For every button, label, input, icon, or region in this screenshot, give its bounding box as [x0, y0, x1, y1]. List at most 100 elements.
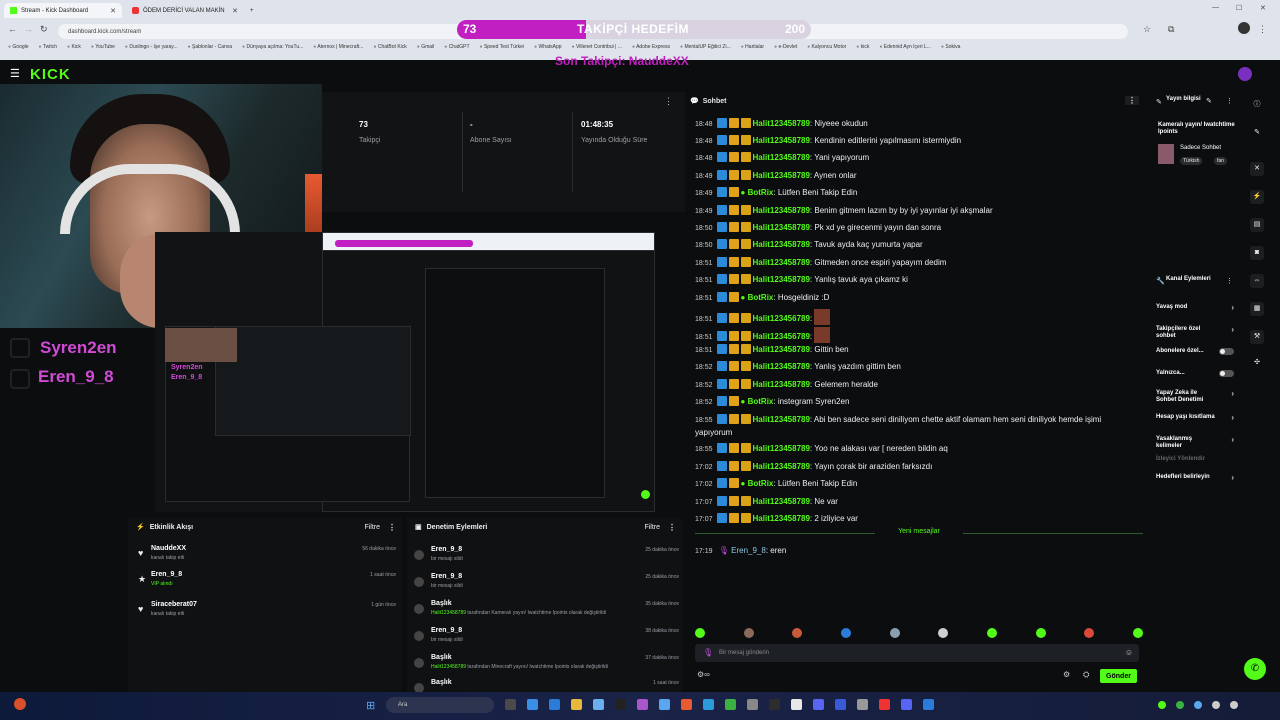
- minimize-window-icon[interactable]: —: [1212, 4, 1219, 11]
- tag-chip[interactable]: fan: [1214, 157, 1227, 165]
- taskbar-app-icon[interactable]: [725, 699, 736, 710]
- activity-filter-button[interactable]: Filtre: [364, 524, 380, 531]
- bookmark-item[interactable]: kick: [856, 44, 870, 56]
- tray-icon[interactable]: [1212, 701, 1220, 709]
- chat-menu-icon[interactable]: ⋮: [1125, 96, 1139, 105]
- taskbar-app-icon[interactable]: [923, 699, 934, 710]
- quick-emote-icon[interactable]: [840, 628, 851, 638]
- forward-icon[interactable]: →: [24, 24, 33, 34]
- layout-icon[interactable]: ▦: [1250, 302, 1264, 316]
- taskbar-app-icon[interactable]: [659, 699, 670, 710]
- bookmark-item[interactable]: Kalyoncu Motor: [807, 44, 847, 56]
- tray-icon[interactable]: [1230, 701, 1238, 709]
- tray-icon[interactable]: [1158, 701, 1166, 709]
- taskbar-app-icon[interactable]: [637, 699, 648, 710]
- tab-video[interactable]: ÖDEM DERİCİ VALAN MAKİN ✕: [126, 3, 244, 18]
- weather-icon[interactable]: [14, 698, 26, 710]
- bookmark-item[interactable]: Gmail: [417, 44, 434, 56]
- stream-info-menu-icon[interactable]: ⋮: [1226, 97, 1233, 105]
- bookmark-star-icon[interactable]: ☆: [1143, 24, 1151, 35]
- bookmark-item[interactable]: Speed Test Türkei: [480, 44, 524, 56]
- chat-username[interactable]: BotRix: [741, 397, 774, 406]
- taskbar-search[interactable]: Ara: [386, 697, 494, 713]
- taskbar-app-icon[interactable]: [549, 699, 560, 710]
- support-fab-icon[interactable]: ✆: [1244, 658, 1266, 680]
- chat-username[interactable]: BotRix: [741, 479, 774, 488]
- moderation-actor[interactable]: Başlık: [431, 679, 452, 686]
- bookmark-item[interactable]: e-Devlet: [774, 44, 798, 56]
- pencil-icon[interactable]: ✎: [1250, 126, 1264, 140]
- bookmark-item[interactable]: ChatBot Kick: [373, 44, 407, 56]
- stats-menu-icon[interactable]: ⋮: [664, 96, 673, 107]
- moderation-actor[interactable]: Eren_9_8: [431, 627, 462, 634]
- quick-emote-icon[interactable]: [1084, 628, 1095, 638]
- chat-username[interactable]: Halit123458789: [753, 136, 810, 145]
- toggle-switch[interactable]: [1219, 370, 1234, 377]
- quick-emote-icon[interactable]: [889, 628, 900, 638]
- chat-username[interactable]: Halit123458789: [753, 345, 810, 354]
- chat-username[interactable]: BotRix: [741, 293, 774, 302]
- bookmark-item[interactable]: YouTube: [91, 44, 115, 56]
- channel-action-item[interactable]: Yasaklanmış kelimeler ›: [1156, 436, 1240, 450]
- channel-action-item[interactable]: Abonelere özel...: [1156, 348, 1240, 355]
- bolt-icon[interactable]: ⚡: [1250, 190, 1264, 204]
- tab-kick-dashboard[interactable]: Stream - Kick Dashboard ✕: [4, 3, 122, 18]
- taskbar-app-icon[interactable]: [527, 699, 538, 710]
- taskbar-app-icon[interactable]: [879, 699, 890, 710]
- taskbar-app-icon[interactable]: [769, 699, 780, 710]
- taskbar-app-icon[interactable]: [835, 699, 846, 710]
- chat-username[interactable]: Halit123458789: [753, 444, 810, 453]
- chat-username[interactable]: Halit123458789: [753, 415, 810, 424]
- channel-action-item[interactable]: Hedefleri belirleyin ›: [1156, 474, 1240, 482]
- chat-username[interactable]: Halit123458789: [753, 380, 810, 389]
- taskbar-app-icon[interactable]: [681, 699, 692, 710]
- bookmark-item[interactable]: Kick: [67, 44, 80, 56]
- bookmark-item[interactable]: Şablonlar - Canva: [188, 44, 232, 56]
- tray-icon[interactable]: [1176, 701, 1184, 709]
- user-avatar[interactable]: [1238, 67, 1252, 81]
- moderation-actor[interactable]: Eren_9_8: [431, 546, 462, 553]
- bookmark-item[interactable]: Haritalar: [741, 44, 764, 56]
- maximize-window-icon[interactable]: ☐: [1236, 4, 1242, 12]
- quick-emote-icon[interactable]: [792, 628, 803, 638]
- extensions-icon[interactable]: ⧉: [1168, 24, 1174, 35]
- channel-action-item[interactable]: Takipçilere özel sohbet ›: [1156, 326, 1240, 340]
- reload-icon[interactable]: ↻: [40, 24, 48, 35]
- start-button-icon[interactable]: ⊞: [366, 699, 375, 712]
- chat-bubble-icon[interactable]: ◙: [1250, 246, 1264, 260]
- browser-menu-icon[interactable]: ⋮: [1258, 24, 1267, 35]
- emoji-icon[interactable]: ☺: [1125, 648, 1133, 657]
- chat-settings-icon[interactable]: ⚙: [1063, 670, 1070, 679]
- tag-chip[interactable]: Türkish: [1180, 157, 1203, 165]
- toggle-switch[interactable]: [1219, 348, 1234, 355]
- channel-actions-menu-icon[interactable]: ⋮: [1226, 277, 1233, 285]
- chat-username[interactable]: Halit123456789: [753, 314, 810, 323]
- new-tab-button[interactable]: +: [244, 3, 258, 18]
- activity-user[interactable]: Eren_9_8: [151, 571, 182, 578]
- chat-username[interactable]: Halit123456789: [753, 332, 810, 341]
- quick-emote-icon[interactable]: [986, 628, 997, 638]
- taskbar-app-icon[interactable]: [901, 699, 912, 710]
- chat-username[interactable]: Halit123458789: [753, 514, 810, 523]
- chat-username[interactable]: Halit123458789: [753, 275, 810, 284]
- taskbar-app-icon[interactable]: [857, 699, 868, 710]
- quick-emote-icon[interactable]: [1132, 628, 1143, 638]
- moderation-actor[interactable]: Başlık: [431, 654, 452, 661]
- bookmark-item[interactable]: Sokiva: [941, 44, 960, 56]
- chat-username[interactable]: Halit123458789: [753, 240, 810, 249]
- close-tab-icon[interactable]: ✕: [110, 7, 116, 15]
- quick-emote-icon[interactable]: [743, 628, 754, 638]
- close-square-icon[interactable]: ✕: [1250, 162, 1264, 176]
- activity-user[interactable]: Siraceberat07: [151, 601, 197, 608]
- quick-emote-icon[interactable]: [695, 628, 705, 638]
- taskbar-app-icon[interactable]: [703, 699, 714, 710]
- chat-username[interactable]: Halit123458789: [753, 462, 810, 471]
- taskbar-app-icon[interactable]: [813, 699, 824, 710]
- resize-icon[interactable]: ⇔: [1250, 274, 1264, 288]
- channel-action-item[interactable]: Yapay Zeka ile Sohbet Denetimi ›: [1156, 390, 1240, 404]
- info-circle-icon[interactable]: ⓘ: [1250, 98, 1264, 112]
- channel-action-item[interactable]: Yavaş mod ›: [1156, 304, 1240, 312]
- chat-username[interactable]: Halit123458789: [753, 153, 810, 162]
- edit-pencil-icon[interactable]: ✎: [1206, 97, 1212, 105]
- chat-username[interactable]: BotRix: [741, 188, 774, 197]
